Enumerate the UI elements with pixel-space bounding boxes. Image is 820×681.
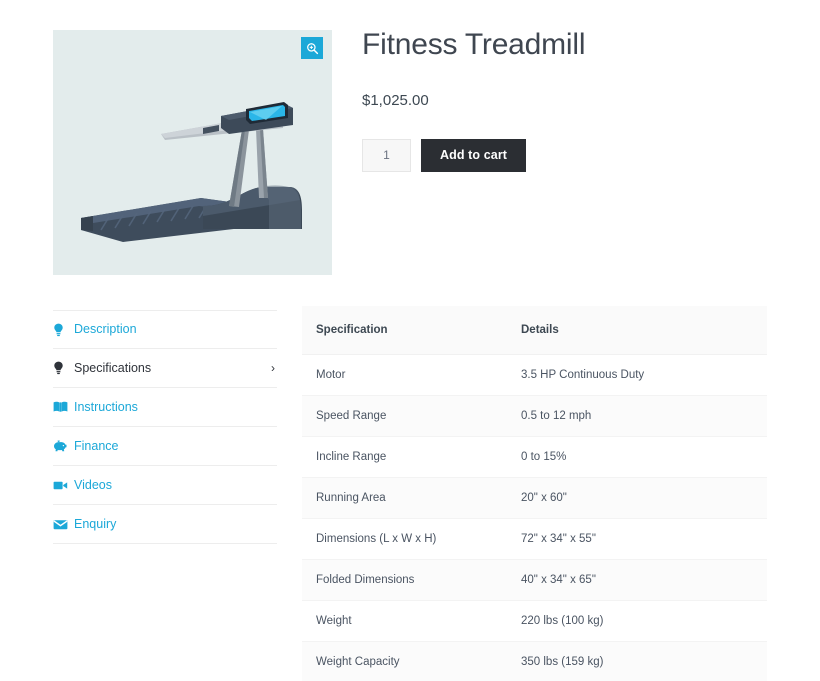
spec-name-cell: Motor bbox=[302, 354, 507, 396]
sidebar-item-description[interactable]: Description bbox=[53, 310, 277, 349]
add-to-cart-form: Add to cart bbox=[362, 138, 782, 172]
spec-name-cell: Weight Capacity bbox=[302, 641, 507, 681]
piggy-bank-icon bbox=[53, 439, 69, 453]
table-row: Dimensions (L x W x H) 72" x 34" x 55" bbox=[302, 518, 767, 560]
table-row: Folded Dimensions 40" x 34" x 65" bbox=[302, 559, 767, 601]
product-summary-section: Fitness Treadmill $1,025.00 Add to cart bbox=[0, 0, 820, 290]
spec-value-cell: 220 lbs (100 kg) bbox=[507, 600, 767, 642]
product-page: Fitness Treadmill $1,025.00 Add to cart … bbox=[0, 0, 820, 681]
magnifier-plus-icon bbox=[306, 42, 318, 54]
spec-name-cell: Running Area bbox=[302, 477, 507, 519]
lightbulb-icon bbox=[53, 361, 69, 375]
sidebar-item-finance[interactable]: Finance bbox=[53, 427, 277, 466]
spec-value-cell: 72" x 34" x 55" bbox=[507, 518, 767, 560]
table-header: Specification Details bbox=[302, 306, 767, 355]
sidebar-item-label: Enquiry bbox=[74, 516, 117, 531]
specifications-table: Specification Details Motor 3.5 HP Conti… bbox=[302, 306, 767, 681]
table-body: Motor 3.5 HP Continuous Duty Speed Range… bbox=[302, 354, 767, 681]
product-tabs-list: Description Specifications › Instruction… bbox=[53, 310, 277, 544]
chevron-right-icon: › bbox=[271, 361, 275, 375]
sidebar-item-specifications[interactable]: Specifications › bbox=[53, 349, 277, 388]
add-to-cart-button[interactable]: Add to cart bbox=[421, 138, 527, 172]
sidebar-item-enquiry[interactable]: Enquiry bbox=[53, 505, 277, 544]
spec-value-cell: 0.5 to 12 mph bbox=[507, 395, 767, 437]
sidebar-item-videos[interactable]: Videos bbox=[53, 466, 277, 505]
treadmill-illustration bbox=[81, 102, 302, 242]
table-row: Motor 3.5 HP Continuous Duty bbox=[302, 354, 767, 396]
spec-value-cell: 20" x 60" bbox=[507, 477, 767, 519]
video-camera-icon bbox=[53, 478, 69, 492]
envelope-icon bbox=[53, 517, 69, 531]
table-row: Weight 220 lbs (100 kg) bbox=[302, 600, 767, 642]
sidebar-item-label: Videos bbox=[74, 477, 112, 492]
sidebar-item-instructions[interactable]: Instructions bbox=[53, 388, 277, 427]
spec-name-cell: Speed Range bbox=[302, 395, 507, 437]
table-header-row: Specification Details bbox=[302, 306, 767, 355]
spec-name-cell: Incline Range bbox=[302, 436, 507, 478]
spec-name-cell: Folded Dimensions bbox=[302, 559, 507, 601]
spec-name-cell: Weight bbox=[302, 600, 507, 642]
spec-value-cell: 40" x 34" x 65" bbox=[507, 559, 767, 601]
open-book-icon bbox=[53, 400, 69, 414]
table-row: Speed Range 0.5 to 12 mph bbox=[302, 395, 767, 437]
spec-value-cell: 350 lbs (159 kg) bbox=[507, 641, 767, 681]
spec-name-cell: Dimensions (L x W x H) bbox=[302, 518, 507, 560]
product-info: Fitness Treadmill $1,025.00 Add to cart bbox=[362, 28, 782, 172]
column-header-specification: Specification bbox=[302, 306, 507, 355]
table-row: Running Area 20" x 60" bbox=[302, 477, 767, 519]
page-title: Fitness Treadmill bbox=[362, 28, 586, 61]
quantity-input[interactable] bbox=[362, 138, 411, 172]
sidebar-item-label: Finance bbox=[74, 438, 119, 453]
product-price: $1,025.00 bbox=[362, 91, 429, 109]
lightbulb-icon bbox=[53, 323, 69, 337]
sidebar-item-label: Specifications bbox=[74, 360, 152, 375]
spec-value-cell: 0 to 15% bbox=[507, 436, 767, 478]
zoom-image-button[interactable] bbox=[301, 37, 323, 59]
column-header-details: Details bbox=[507, 306, 767, 355]
table-row: Incline Range 0 to 15% bbox=[302, 436, 767, 478]
sidebar-item-label: Description bbox=[74, 322, 137, 337]
product-gallery[interactable] bbox=[53, 30, 332, 275]
spec-value-cell: 3.5 HP Continuous Duty bbox=[507, 354, 767, 396]
sidebar-item-label: Instructions bbox=[74, 399, 138, 414]
table-row: Weight Capacity 350 lbs (159 kg) bbox=[302, 641, 767, 681]
